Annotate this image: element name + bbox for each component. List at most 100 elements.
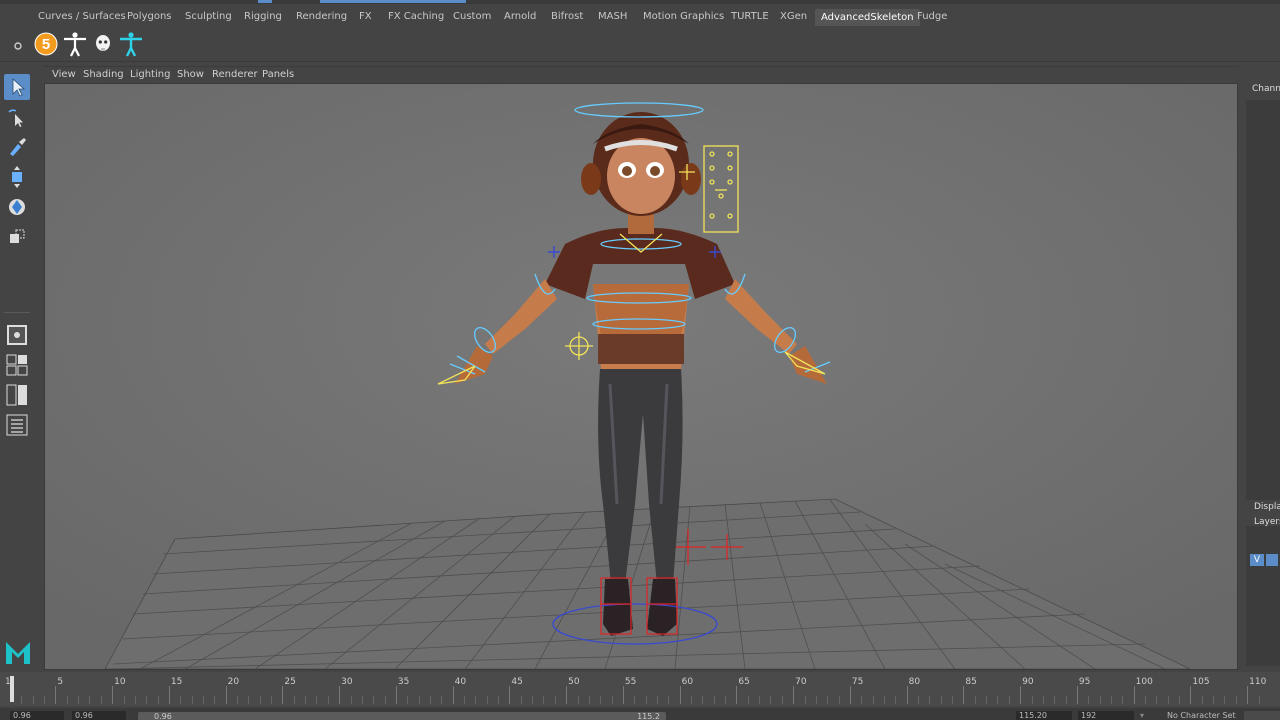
timeline-major-tick	[168, 686, 170, 704]
timeline-minor-tick	[952, 696, 954, 704]
timeline-minor-tick	[997, 696, 999, 704]
shelf-tab-mash[interactable]: MASH	[598, 11, 627, 22]
timeline-label: 25	[284, 677, 296, 687]
timeline-minor-tick	[429, 696, 431, 704]
timeline-minor-tick	[475, 696, 477, 704]
channel-box[interactable]	[1246, 100, 1280, 500]
timeline-label: 95	[1078, 677, 1091, 687]
range-end-field[interactable]: 115.20	[1016, 711, 1072, 720]
timeline-minor-tick	[895, 696, 897, 704]
top-strip	[0, 0, 1280, 4]
timeline-minor-tick	[191, 696, 193, 704]
biped-cyan-icon[interactable]	[118, 31, 144, 57]
four-view-layout[interactable]	[4, 352, 30, 378]
scale-tool[interactable]	[4, 224, 30, 250]
timeline-minor-tick	[1213, 696, 1215, 704]
timeline-major-tick	[1190, 686, 1192, 704]
timeline-minor-tick	[1054, 696, 1056, 704]
time-slider[interactable]: 1 5 10 15 20 25 30 35 40 45 50 55 60 65 70 75 80 85 90 95 1…	[0, 672, 1280, 706]
shelf-options-icon[interactable]	[12, 40, 24, 52]
timeline-label: 35	[397, 677, 410, 687]
status-button[interactable]	[258, 0, 272, 3]
outliner-layout[interactable]	[4, 412, 30, 438]
biped-body-icon[interactable]	[62, 31, 88, 57]
timeline-minor-tick	[237, 696, 238, 704]
range-slider-bar: 0.96 0.96 0.96 115.2 115.20 192 ▾ No Cha…	[0, 708, 1280, 720]
timeline-label: 10	[114, 677, 126, 687]
lasso-tool[interactable]	[4, 106, 30, 132]
timeline-major-tick	[622, 686, 624, 704]
shelf-tab-rigging[interactable]: Rigging	[244, 11, 282, 22]
viewport-menu-view[interactable]: View	[52, 69, 76, 80]
timeline-minor-tick	[1099, 696, 1101, 704]
timeline-minor-tick	[702, 696, 704, 704]
timeline-major-tick	[736, 686, 738, 704]
viewport-menu-lighting[interactable]: Lighting	[130, 69, 170, 80]
display-tab-label[interactable]: Displa	[1254, 502, 1280, 512]
start-time-field[interactable]: 0.96	[10, 711, 64, 720]
timeline-minor-tick	[66, 696, 68, 704]
paint-select-tool[interactable]	[4, 134, 30, 160]
shelf-tab-fudge[interactable]: Fudge	[917, 11, 947, 22]
timeline-label: 110	[1249, 677, 1267, 687]
playback-end-field[interactable]: 192	[1078, 711, 1134, 720]
shelf-tab-arnold[interactable]: Arnold	[504, 11, 536, 22]
timeline-minor-tick	[815, 696, 817, 704]
shelf-tab-rendering[interactable]: Rendering	[296, 11, 347, 22]
two-view-layout[interactable]	[4, 382, 30, 408]
shelf-tab-turtle[interactable]: TURTLE	[731, 11, 769, 22]
timeline-label: 5	[57, 677, 64, 687]
timeline-minor-tick	[929, 696, 931, 704]
timeline-label: 60	[681, 677, 694, 687]
select-tool[interactable]	[4, 74, 30, 100]
right-panel: Chann Displa Layers V	[1240, 66, 1280, 670]
shelf-tab-sculpting[interactable]: Sculpting	[185, 11, 232, 22]
layer-playback-toggle[interactable]	[1266, 554, 1278, 566]
3d-viewport[interactable]	[44, 83, 1238, 670]
timeline-minor-tick	[1042, 696, 1044, 704]
timeline-minor-tick	[656, 696, 658, 704]
timeline-major-tick	[1020, 686, 1022, 704]
character-set-field[interactable]: No Character Set	[1164, 711, 1240, 720]
anim-layer-field[interactable]	[1244, 711, 1280, 720]
timeline-label: 15	[170, 677, 183, 687]
viewport-menu-show[interactable]: Show	[177, 69, 204, 80]
viewport-menu-shading[interactable]: Shading	[83, 69, 124, 80]
timeline-minor-tick	[316, 696, 318, 704]
timeline-minor-tick	[361, 696, 363, 704]
range-slider[interactable]: 0.96 115.2	[138, 712, 666, 720]
shelf-tab-polygons[interactable]: Polygons	[127, 11, 172, 22]
shelf-tab-advanced-skeleton[interactable]: AdvancedSkeleton	[815, 9, 920, 26]
face-skull-icon[interactable]	[90, 31, 116, 57]
shelf-tab-curves[interactable]: Curves / Surfaces	[38, 11, 126, 22]
timeline-label: 55	[624, 677, 637, 687]
character-set-dropdown-icon[interactable]: ▾	[1140, 711, 1144, 720]
rotate-tool[interactable]	[4, 194, 30, 220]
timeline-minor-tick	[1088, 696, 1090, 704]
timeline-minor-tick	[350, 696, 352, 704]
shelf-tab-custom[interactable]: Custom	[453, 11, 491, 22]
lasso-icon	[8, 109, 23, 127]
move-tool[interactable]	[4, 164, 30, 190]
layer-visibility-toggle[interactable]: V	[1250, 554, 1264, 566]
toolbox	[0, 66, 36, 676]
timeline-label: 45	[511, 677, 523, 687]
timeline-minor-tick	[441, 696, 443, 704]
timeline-major-tick	[679, 686, 681, 704]
status-button-group[interactable]	[320, 0, 466, 3]
shelf-tab-motion-graphics[interactable]: Motion Graphics	[643, 11, 724, 22]
timeline-major-tick	[1076, 686, 1078, 704]
timeline-minor-tick	[248, 696, 250, 704]
timeline-major-tick	[339, 686, 341, 704]
shelf-tab-fx-caching[interactable]: FX Caching	[388, 11, 444, 22]
range-start-field[interactable]: 0.96	[72, 711, 126, 720]
shelf-tab-xgen[interactable]: XGen	[780, 11, 807, 22]
shelf-tab-fx[interactable]: FX	[359, 11, 372, 22]
timeline-minor-tick	[259, 696, 261, 704]
channel-box-label[interactable]: Chann	[1252, 84, 1280, 94]
shelf-tab-bifrost[interactable]: Bifrost	[551, 11, 583, 22]
single-view-layout[interactable]	[4, 322, 30, 348]
advanced-skeleton-5-icon[interactable]: 5	[33, 31, 59, 57]
viewport-menu-panels[interactable]: Panels	[262, 69, 294, 80]
viewport-menu-renderer[interactable]: Renderer	[212, 69, 258, 80]
